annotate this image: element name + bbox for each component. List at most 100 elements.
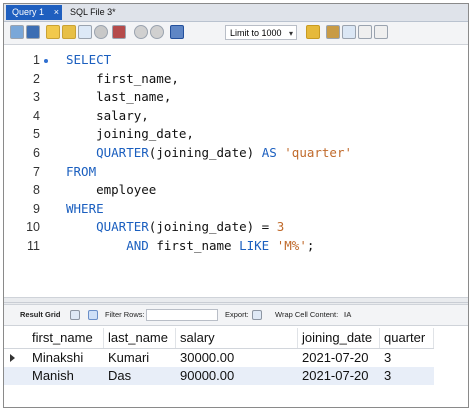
filter-rows-label: Filter Rows: [105,310,145,319]
line-number: 6 [33,146,40,160]
sql-keyword: QUARTER [96,219,149,235]
execute-icon[interactable] [46,25,60,39]
filter-rows-input[interactable] [146,309,218,321]
code-text: QUARTER(joining_date) AS 'quarter' [66,144,352,162]
column-header-last-name[interactable]: last_name [104,328,176,348]
code-line[interactable]: 11 AND first_name LIKE 'M%'; [4,237,468,255]
sql-editor[interactable]: 1 SELECT 2 first_name, 3 last_name, 4 salary… [4,45,468,299]
cell-salary[interactable]: 90000.00 [176,367,298,385]
column-header-joining-date[interactable]: joining_date [298,328,380,348]
table-row[interactable]: Manish Das 90000.00 2021-07-20 3 [4,367,434,385]
tab-sql-file-3[interactable]: SQL File 3* [64,5,124,20]
sql-token: first_name [148,238,240,253]
close-tab-icon[interactable]: × [54,5,59,20]
code-text: last_name, [66,88,171,106]
sql-token: joining_date, [66,126,194,142]
rollback-icon[interactable] [150,25,164,39]
code-line[interactable]: 10 QUARTER(joining_date) = 3 [4,218,468,236]
explain-icon[interactable] [78,25,92,39]
sql-token: salary, [66,107,149,123]
code-line[interactable]: 1 SELECT [4,51,468,69]
chevron-down-icon: ▾ [288,29,293,38]
export-icon[interactable] [252,310,262,320]
current-row-marker-icon [10,354,15,362]
code-line[interactable]: 6 QUARTER(joining_date) AS 'quarter' [4,144,468,162]
line-number: 3 [33,90,40,105]
code-line[interactable]: 7 FROM [4,163,468,181]
save-icon[interactable] [26,25,40,39]
invisible-chars-icon[interactable] [358,25,372,39]
sql-keyword: WHERE [66,200,104,216]
autocommit-icon[interactable] [170,25,184,39]
cell-quarter[interactable]: 3 [380,349,434,367]
tab-query-1[interactable]: Query 1 × [6,5,62,20]
editor-toolbar: Limit to 1000 rows ▾ [4,22,468,53]
sql-token: (joining_date) = [148,219,277,235]
cell-salary[interactable]: 30000.00 [176,349,298,367]
debug-icon[interactable] [112,25,126,39]
code-line[interactable]: 3 last_name, [4,88,468,106]
cell-first-name[interactable]: Manish [28,367,104,385]
column-header-quarter[interactable]: quarter [380,328,434,348]
cell-joining-date[interactable]: 2021-07-20 [298,349,380,367]
editor-results-splitter[interactable] [4,297,468,305]
code-text: QUARTER(joining_date) = 3 [66,218,284,236]
wrap-cell-icon[interactable]: IA [344,305,352,325]
line-number: 9 [33,201,40,216]
sql-literal: 'quarter' [284,145,353,160]
mysql-workbench-window: Query 1 × SQL File 3* Limit to 1000 rows… [3,3,469,408]
wrap-cell-label: Wrap Cell Content: [275,310,339,319]
table-row[interactable]: Minakshi Kumari 30000.00 2021-07-20 3 [4,349,434,367]
grid-view-icon[interactable] [70,310,80,320]
sql-token: first_name, [66,70,179,86]
line-number: 10 [26,220,40,235]
tab-label: SQL File 3* [70,7,116,17]
line-number: 11 [27,239,40,253]
sql-token: (joining_date) [148,145,262,160]
cell-joining-date[interactable]: 2021-07-20 [298,367,380,385]
cell-first-name[interactable]: Minakshi [28,349,104,367]
open-file-icon[interactable] [10,25,24,39]
line-number: 7 [33,164,40,179]
limit-rows-select[interactable]: Limit to 1000 rows ▾ [225,25,297,53]
cell-last-name[interactable]: Das [104,367,176,385]
export-label: Export: [225,310,249,319]
code-line[interactable]: 8 employee [4,181,468,199]
sql-keyword: QUARTER [96,145,149,160]
code-text: SELECT [66,51,111,69]
commit-icon[interactable] [134,25,148,39]
cell-last-name[interactable]: Kumari [104,349,176,367]
bookmark-star-icon[interactable] [306,25,320,39]
column-header-first-name[interactable]: first_name [28,328,104,348]
result-toolbar: Result Grid Filter Rows: Export: Wrap Ce… [4,305,468,326]
sql-token: ; [306,238,315,253]
code-text: first_name, [66,70,179,88]
cell-quarter[interactable]: 3 [380,367,434,385]
result-grid-label[interactable]: Result Grid [20,305,60,325]
code-line[interactable]: 9 WHERE [4,200,468,218]
column-header-salary[interactable]: salary [176,328,298,348]
beautify-icon[interactable] [326,25,340,39]
code-text: WHERE [66,200,104,218]
result-header-row: first_name last_name salary joining_date… [4,328,434,349]
line-number: 5 [33,127,40,142]
wrap-icon[interactable] [374,25,388,39]
line-number: 2 [33,71,40,86]
stop-icon[interactable] [94,25,108,39]
execute-statement-icon[interactable] [62,25,76,39]
code-line[interactable]: 5 joining_date, [4,125,468,143]
code-text: FROM [66,163,96,181]
sql-token: last_name, [66,89,172,105]
find-icon[interactable] [342,25,356,39]
sql-keyword: AS [261,145,277,160]
statement-marker-icon [44,59,48,63]
code-text: salary, [66,107,149,125]
sql-keyword: SELECT [66,52,112,67]
sql-token: employee [66,182,157,198]
code-line[interactable]: 4 salary, [4,107,468,125]
code-line[interactable]: 2 first_name, [4,70,468,88]
refresh-icon[interactable] [88,310,98,320]
